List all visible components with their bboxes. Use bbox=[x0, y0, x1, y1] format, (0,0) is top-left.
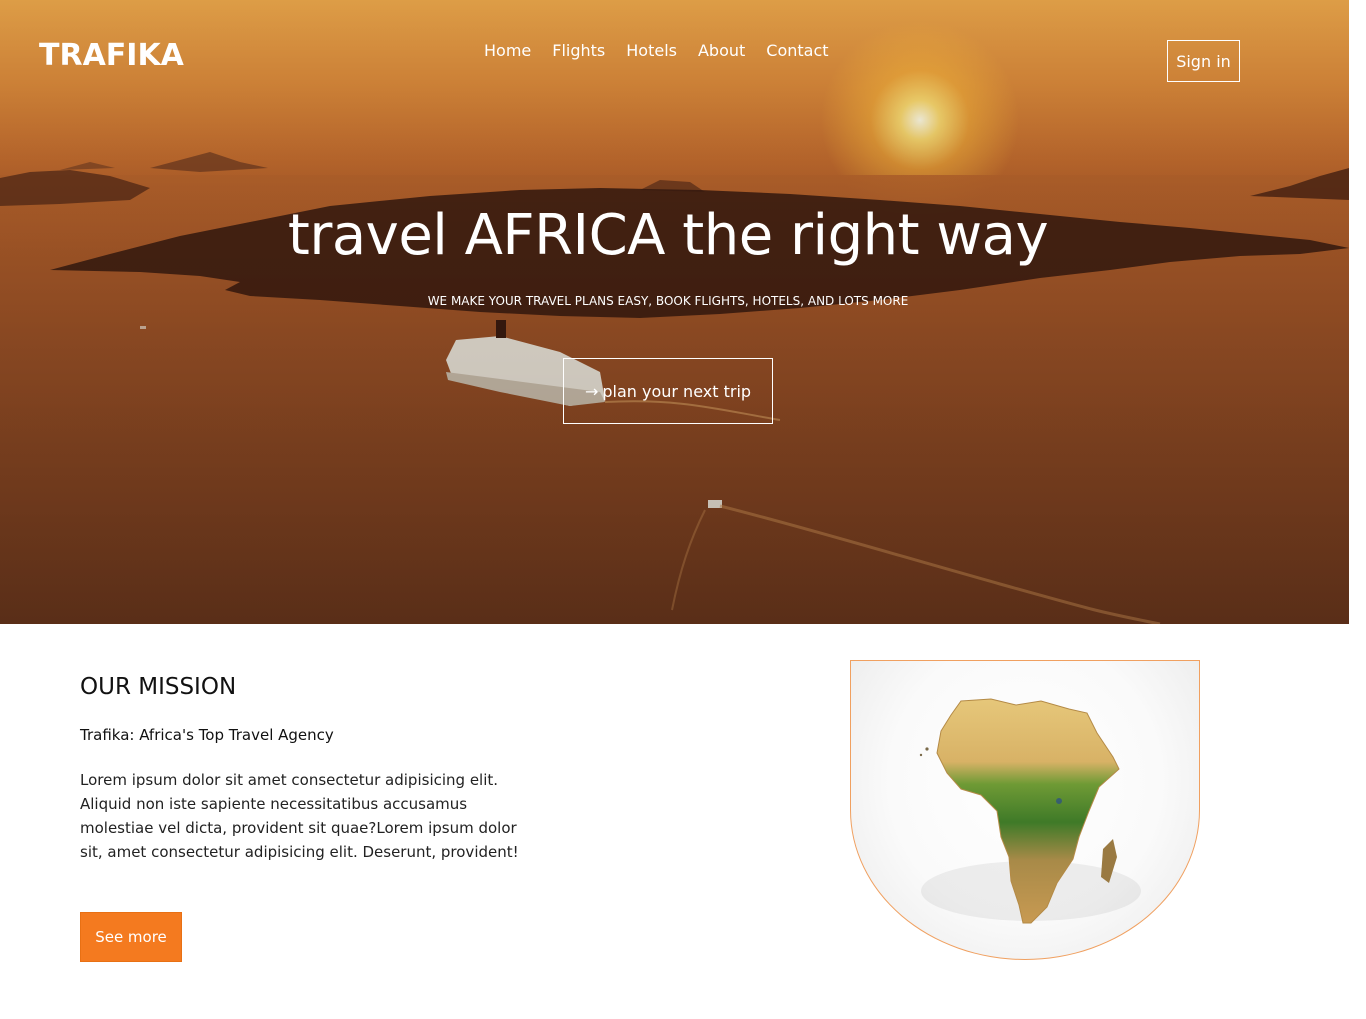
nav-item-flights[interactable]: Flights bbox=[552, 41, 605, 60]
nav-item-hotels[interactable]: Hotels bbox=[626, 41, 677, 60]
sign-in-button[interactable]: Sign in bbox=[1167, 40, 1240, 82]
mission-subheading: Trafika: Africa's Top Travel Agency bbox=[80, 726, 334, 744]
hero-section: TRAFIKA Home Flights Hotels About Contac… bbox=[0, 0, 1349, 624]
main-nav: Home Flights Hotels About Contact bbox=[484, 41, 829, 60]
hero-title: travel AFRICA the right way bbox=[287, 203, 1049, 268]
plan-trip-label: plan your next trip bbox=[602, 381, 752, 401]
hero-subtitle: WE MAKE YOUR TRAVEL PLANS EASY, BOOK FLI… bbox=[427, 294, 909, 308]
africa-map-image bbox=[850, 660, 1200, 960]
plan-trip-button[interactable]: → plan your next trip bbox=[563, 358, 773, 424]
nav-item-contact[interactable]: Contact bbox=[766, 41, 828, 60]
nav-item-home[interactable]: Home bbox=[484, 41, 531, 60]
brand-logo[interactable]: TRAFIKA bbox=[39, 38, 184, 73]
nav-item-about[interactable]: About bbox=[698, 41, 745, 60]
mission-body: Lorem ipsum dolor sit amet consectetur a… bbox=[80, 771, 519, 861]
see-more-button[interactable]: See more bbox=[80, 912, 182, 962]
africa-map-icon bbox=[919, 698, 1141, 924]
mission-heading: OUR MISSION bbox=[80, 674, 237, 700]
arrow-right-icon: → bbox=[584, 381, 599, 401]
